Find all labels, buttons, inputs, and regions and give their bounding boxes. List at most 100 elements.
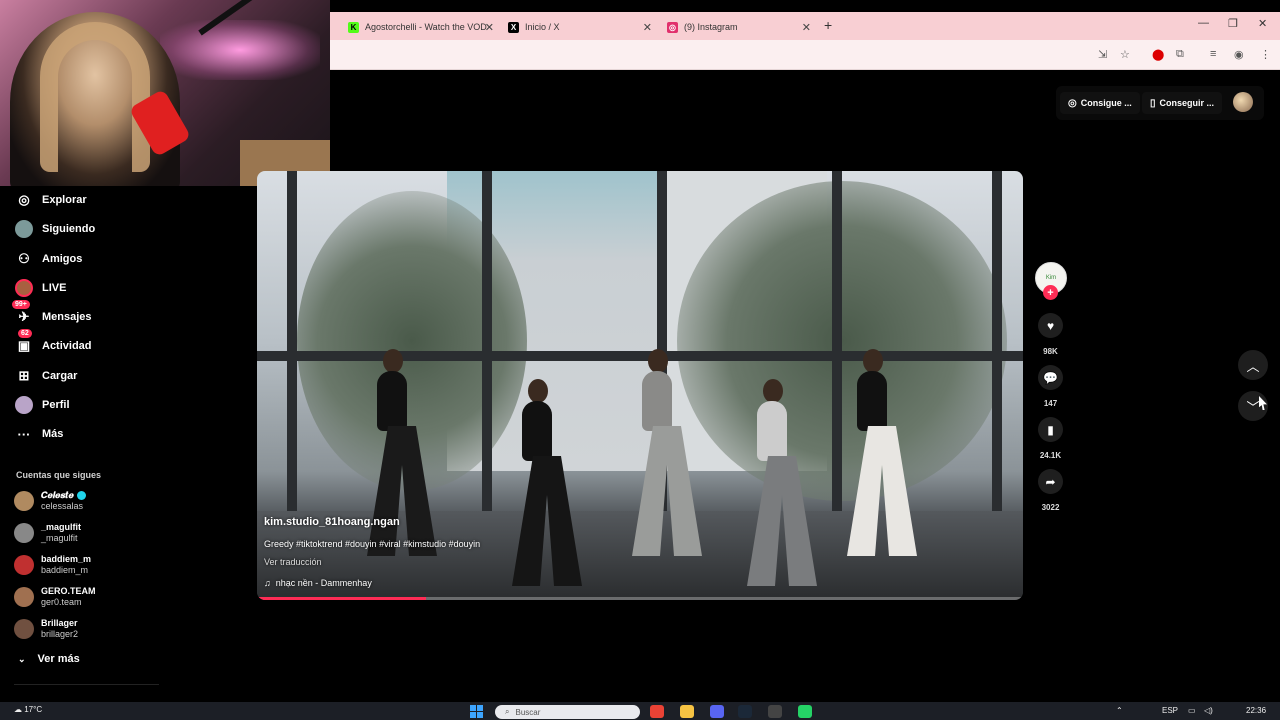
sidebar-item-label: Más [42,428,64,440]
weather-widget[interactable]: ☁ 17°C [14,705,42,714]
window-frame [482,171,492,511]
account-name: 𝑪𝒆𝒍𝒆𝒔𝒕𝒆 [41,490,74,500]
save-button[interactable]: ▮ [1038,417,1063,442]
more-icon: ··· [17,426,31,442]
chevron-down-icon: ﹀ [1246,399,1260,415]
streamer-hair [40,22,150,172]
sidebar-item-actividad[interactable]: ▣ 62 Actividad [14,329,92,357]
window-frame [992,171,1002,511]
close-tab-icon[interactable]: ✕ [643,21,652,34]
window-frame [287,171,297,511]
tab-kick[interactable]: K Agostorchelli - Watch the VOD ✕ [348,16,494,38]
live-icon [14,278,34,298]
menu-icon[interactable]: ⋮ [1260,48,1271,61]
whatsapp-app-icon[interactable] [798,705,812,718]
divider [14,684,159,685]
get-app-button[interactable]: ▯ Conseguir ... [1142,92,1223,114]
chevron-down-icon: ⌄ [18,653,26,664]
sidebar-item-mensajes[interactable]: ✈ 99+ Mensajes [12,300,92,328]
share-count: 3022 [1041,503,1060,512]
media-icon[interactable]: ≡ [1210,48,1216,60]
start-button[interactable] [470,705,484,718]
bookmark-star-icon[interactable]: ☆ [1120,48,1130,61]
new-tab-button[interactable]: + [824,17,832,33]
minimize-button[interactable]: — [1198,17,1209,29]
close-tab-icon[interactable]: ✕ [485,21,494,34]
see-translation-link[interactable]: Ver traducción [264,557,322,567]
avatar [14,587,34,607]
following-section-title: Cuentas que sigues [16,470,102,480]
tab-instagram[interactable]: ◎ (9) Instagram ✕ [667,16,811,38]
previous-video-button[interactable]: ︿ [1238,350,1268,380]
windows-taskbar: ☁ 17°C ⌕ Buscar ⌃ ESP ▭ ◁) 22:36 [0,702,1280,720]
activity-badge: 62 [18,329,32,338]
share-button[interactable]: ➦ [1038,469,1063,494]
volume-icon[interactable]: ◁) [1204,706,1213,715]
follow-button[interactable]: + [1043,285,1058,300]
heart-icon: ♥ [1046,318,1055,333]
sidebar-item-siguiendo[interactable]: Siguiendo [14,218,95,240]
following-account-gero[interactable]: GERO.TEAM ger0.team [14,586,96,608]
sidebar-item-label: Actividad [42,340,92,352]
tab-x[interactable]: X Inicio / X ✕ [508,16,652,38]
messages-badge: 99+ [12,300,30,309]
file-explorer-icon[interactable] [680,705,694,718]
restore-button[interactable]: ❐ [1228,17,1238,30]
comment-icon: 💬 [1043,370,1058,385]
activity-icon: ▣ 62 [17,329,32,353]
following-account-baddiem[interactable]: baddiem_m baddiem_m [14,554,91,576]
profile-icon[interactable]: ◉ [1234,48,1244,61]
account-name: Brillager [41,618,78,628]
following-account-brillager[interactable]: Brillager brillager2 [14,618,78,640]
video-player[interactable]: kim.studio_81hoang.ngan Greedy #tiktoktr… [257,171,1023,600]
steam-app-icon[interactable] [738,705,752,718]
avatar [14,555,34,575]
sidebar-item-label: LIVE [42,282,67,294]
extensions-icon[interactable]: ⧉ [1176,48,1184,61]
messages-icon: ✈ 99+ [12,300,34,327]
sidebar-item-live[interactable]: LIVE [14,277,66,299]
following-account-celeste[interactable]: 𝑪𝒆𝒍𝒆𝒔𝒕𝒆 celessalas [14,490,86,512]
sidebar-item-amigos[interactable]: ⚇ Amigos [14,248,82,270]
chrome-app-icon[interactable] [650,705,664,718]
account-name: baddiem_m [41,554,92,564]
language-indicator[interactable]: ESP [1162,706,1178,715]
sidebar-item-cargar[interactable]: ⊞ Cargar [14,365,78,387]
account-handle: _magulfit [41,533,78,543]
tray-chevron-icon[interactable]: ⌃ [1116,706,1123,715]
install-app-icon[interactable]: ⇲ [1098,48,1107,61]
sidebar-item-perfil[interactable]: Perfil [14,394,70,416]
avatar [14,491,34,511]
sidebar-item-label: Perfil [42,399,70,411]
get-app-label: Conseguir ... [1159,98,1215,108]
following-account-magulfit[interactable]: _magulfit _magulfit [14,522,81,544]
save-count: 24.1K [1039,451,1062,460]
network-icon[interactable]: ▭ [1188,706,1196,715]
obs-app-icon[interactable] [768,705,782,718]
taskbar-search[interactable]: ⌕ Buscar [495,705,640,719]
see-more-button[interactable]: ⌄ Ver más [18,653,80,665]
video-description: Greedy #tiktoktrend #douyin #viral #kims… [264,539,481,549]
close-tab-icon[interactable]: ✕ [802,21,811,34]
get-coins-button[interactable]: ◎ Consigue ... [1060,92,1140,114]
tab-title: Agostorchelli - Watch the VOD [365,22,487,32]
following-avatar-icon [14,219,34,239]
sidebar-item-explorar[interactable]: ◎ Explorar [14,189,86,211]
clock[interactable]: 22:36 [1246,706,1266,715]
close-window-button[interactable]: ✕ [1258,17,1267,30]
like-button[interactable]: ♥ [1038,313,1063,338]
neon-light [160,20,320,80]
video-author[interactable]: kim.studio_81hoang.ngan [264,516,400,528]
comment-button[interactable]: 💬 [1038,365,1063,390]
user-avatar[interactable] [1233,92,1253,112]
bookmark-icon: ▮ [1047,422,1054,437]
music-note-icon: ♫ [264,578,271,588]
progress-bar[interactable] [257,597,1023,600]
opera-icon[interactable]: ⬤ [1152,48,1164,61]
video-music[interactable]: ♫ nhạc nền - Dammenhay [264,578,372,588]
browser-tab-bar: K Agostorchelli - Watch the VOD ✕ X Inic… [330,12,1280,40]
discord-app-icon[interactable] [710,705,724,718]
profile-avatar-icon [14,395,34,415]
window-frame [257,351,1023,361]
sidebar-item-mas[interactable]: ··· Más [14,423,64,445]
